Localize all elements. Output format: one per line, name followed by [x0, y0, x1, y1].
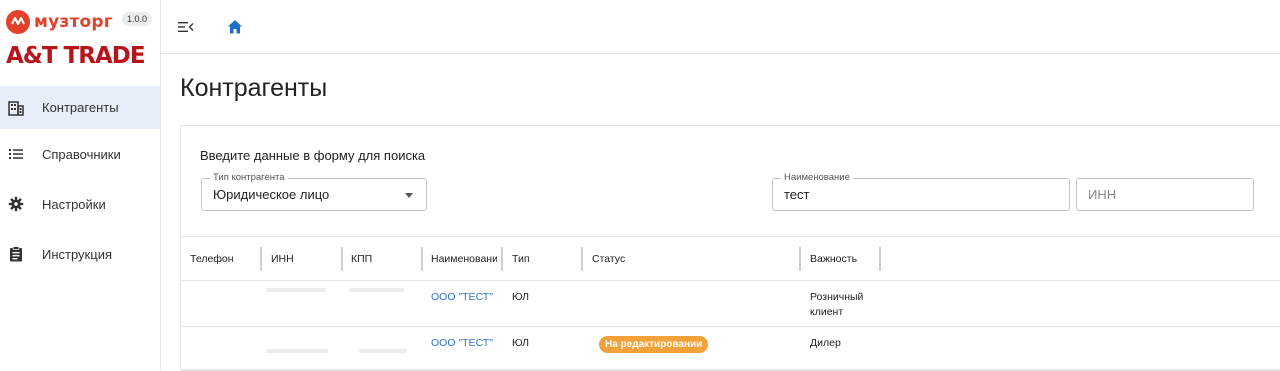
column-resize-handle[interactable] [581, 247, 583, 271]
input-placeholder: ИНН [1088, 187, 1117, 202]
redacted-inn [266, 288, 326, 292]
sidebar: музторг 1.0.0 A&T TRADE Контрагенты Спра… [0, 0, 161, 370]
column-header-name[interactable]: Наименование [431, 237, 497, 281]
chevron-down-icon [405, 193, 413, 198]
sidebar-item-settings[interactable]: Настройки [0, 179, 160, 229]
redacted-inn [266, 349, 328, 353]
row-importance: Розничный [810, 291, 864, 303]
table-header: Телефон ИНН КПП Наименование Тип Статус … [181, 236, 1280, 281]
row-importance-line2: клиент [810, 306, 844, 318]
row-type: ЮЛ [512, 337, 530, 349]
muztorg-logo-icon [6, 10, 30, 34]
sidebar-item-label: Контрагенты [42, 100, 119, 115]
column-resize-handle[interactable] [799, 247, 801, 271]
column-header-kpp[interactable]: КПП [351, 237, 411, 281]
sidebar-nav: Контрагенты Справочники Настройки Инстру… [0, 86, 160, 279]
row-name-link[interactable]: ООО "ТЕСТ" [431, 335, 493, 351]
select-value: Юридическое лицо [213, 187, 330, 202]
brand-name: музторг [34, 12, 113, 32]
search-card: Введите данные в форму для поиска Тип ко… [180, 125, 1280, 371]
building-icon [8, 100, 24, 116]
column-header-type[interactable]: Тип [512, 237, 552, 281]
list-icon [8, 146, 24, 162]
sidebar-item-label: Инструкция [42, 246, 112, 262]
input-value: тест [784, 187, 810, 202]
field-legend: Наименование [781, 172, 853, 184]
row-type: ЮЛ [512, 291, 530, 303]
home-icon[interactable] [226, 18, 244, 36]
column-resize-handle[interactable] [879, 247, 881, 271]
topbar [161, 0, 1280, 54]
name-field[interactable]: Наименование тест [772, 172, 1070, 211]
column-header-phone[interactable]: Телефон [190, 237, 250, 281]
page-title: Контрагенты [180, 74, 328, 102]
status-badge: На редактировании [599, 336, 709, 353]
redacted-kpp [349, 288, 404, 292]
clipboard-icon [8, 246, 24, 262]
column-header-status[interactable]: Статус [592, 237, 652, 281]
column-header-inn[interactable]: ИНН [271, 237, 331, 281]
column-resize-handle[interactable] [501, 247, 503, 271]
column-resize-handle[interactable] [341, 247, 343, 271]
menu-collapse-icon[interactable] [177, 18, 195, 36]
sidebar-item-label: Настройки [42, 196, 106, 212]
redacted-kpp [359, 349, 407, 353]
sidebar-item-counterparties[interactable]: Контрагенты [0, 86, 160, 129]
search-form-title: Введите данные в форму для поиска [200, 148, 426, 163]
column-header-importance[interactable]: Важность [810, 237, 870, 281]
sidebar-item-references[interactable]: Справочники [0, 129, 160, 179]
inn-field[interactable]: ИНН [1076, 178, 1254, 211]
table-row[interactable]: ООО "ТЕСТ" ЮЛ На редактировании Дилер [181, 327, 1280, 371]
counterparty-type-select[interactable]: Тип контрагента Юридическое лицо [201, 172, 427, 211]
sidebar-item-label: Справочники [42, 146, 121, 162]
gear-icon [8, 196, 24, 212]
row-importance: Дилер [810, 337, 841, 349]
brand-subtitle: A&T TRADE [6, 43, 146, 69]
column-resize-handle[interactable] [421, 247, 423, 271]
table-row[interactable]: ООО "ТЕСТ" ЮЛ Розничный клиент [181, 281, 1280, 327]
column-resize-handle[interactable] [260, 247, 262, 271]
brand-logo[interactable]: музторг 1.0.0 A&T TRADE [6, 10, 156, 72]
field-legend: Тип контрагента [210, 172, 288, 184]
sidebar-item-instructions[interactable]: Инструкция [0, 229, 160, 279]
row-name-link[interactable]: ООО "ТЕСТ" [431, 289, 493, 305]
version-badge: 1.0.0 [122, 12, 153, 26]
